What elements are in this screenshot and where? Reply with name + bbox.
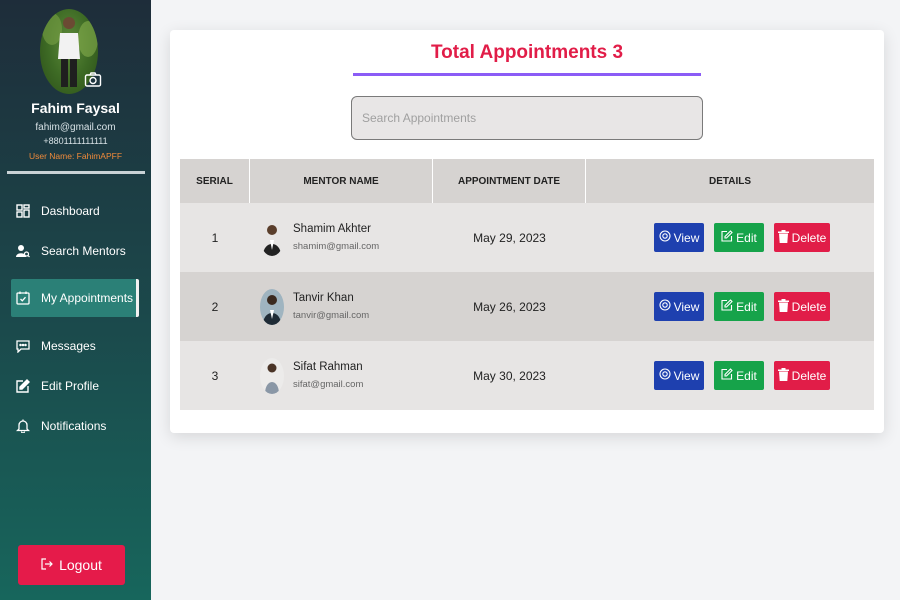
mentor-avatar	[260, 357, 284, 394]
table-body: 1 Shamim Akhter shamim@gmail.com May 29,…	[180, 203, 874, 410]
logout-label: Logout	[59, 557, 102, 573]
profile-avatar-wrap	[40, 9, 102, 94]
calendar-check-icon	[15, 290, 31, 306]
message-icon	[15, 338, 31, 354]
eye-icon	[659, 299, 671, 314]
header-mentor-name: MENTOR NAME	[250, 159, 433, 203]
edit-button[interactable]: Edit	[714, 292, 764, 321]
header-serial: SERIAL	[180, 159, 250, 203]
view-button[interactable]: View	[654, 292, 704, 321]
date-cell: May 30, 2023	[473, 368, 546, 383]
trash-icon	[777, 367, 789, 384]
actions-cell: View Edit Delete	[586, 341, 874, 410]
mentor-email: tanvir@gmail.com	[293, 310, 370, 321]
sidebar-item-label: Dashboard	[41, 204, 100, 218]
serial-cell: 3	[211, 368, 219, 383]
mentor-email: sifat@gmail.com	[293, 379, 364, 390]
mentor-email: shamim@gmail.com	[293, 241, 380, 252]
date-cell: May 26, 2023	[473, 299, 546, 314]
appointments-table: SERIAL MENTOR NAME APPOINTMENT DATE DETA…	[180, 159, 874, 410]
mentor-avatar	[260, 288, 284, 325]
edit-icon	[721, 368, 733, 383]
sidebar-item-label: Notifications	[41, 419, 107, 433]
delete-button[interactable]: Delete	[774, 361, 830, 390]
table-row: 2 Tanvir Khan tanvir@gmail.com May 26, 2…	[180, 272, 874, 341]
sidebar-item-label: Edit Profile	[41, 379, 100, 393]
date-cell: May 29, 2023	[473, 230, 546, 245]
logout-button[interactable]: Logout	[18, 545, 125, 585]
search-input[interactable]	[351, 96, 703, 140]
mentor-cell: Sifat Rahman sifat@gmail.com	[250, 341, 433, 410]
trash-icon	[777, 298, 789, 315]
serial-cell: 1	[211, 230, 219, 245]
dashboard-icon	[15, 203, 31, 219]
mentor-name: Sifat Rahman	[293, 361, 363, 373]
title-underline	[353, 73, 701, 76]
sidebar-item-edit-profile[interactable]: Edit Profile	[11, 367, 139, 405]
edit-icon	[721, 299, 733, 314]
actions-cell: View Edit Delete	[586, 203, 874, 272]
profile-username: User Name: FahimAPFF	[28, 151, 123, 161]
sidebar-item-notifications[interactable]: Notifications	[11, 407, 139, 445]
logout-icon	[41, 557, 53, 573]
page-title: Total Appointments 3	[430, 42, 624, 63]
sidebar-item-dashboard[interactable]: Dashboard	[11, 192, 139, 230]
mentor-avatar	[260, 219, 284, 256]
appointments-card: Total Appointments 3 SERIAL MENTOR NAME …	[170, 30, 884, 433]
edit-icon	[15, 378, 31, 394]
sidebar-item-label: Messages	[41, 339, 96, 353]
sidebar: Fahim Faysal fahim@gmail.com +8801111111…	[0, 0, 151, 600]
edit-button[interactable]: Edit	[714, 223, 764, 252]
view-button[interactable]: View	[654, 361, 704, 390]
header-appointment-date: APPOINTMENT DATE	[433, 159, 586, 203]
table-header: SERIAL MENTOR NAME APPOINTMENT DATE DETA…	[180, 159, 874, 203]
table-row: 1 Shamim Akhter shamim@gmail.com May 29,…	[180, 203, 874, 272]
mentor-cell: Shamim Akhter shamim@gmail.com	[250, 203, 433, 272]
sidebar-item-search-mentors[interactable]: Search Mentors	[11, 232, 139, 270]
actions-cell: View Edit Delete	[586, 272, 874, 341]
camera-icon[interactable]	[84, 71, 102, 89]
mentor-name: Tanvir Khan	[293, 292, 354, 304]
edit-button[interactable]: Edit	[714, 361, 764, 390]
trash-icon	[777, 229, 789, 246]
profile-phone: +8801111111111	[43, 136, 108, 146]
mentor-name: Shamim Akhter	[293, 223, 371, 235]
header-details: DETAILS	[708, 175, 752, 187]
edit-icon	[721, 230, 733, 245]
mentor-cell: Tanvir Khan tanvir@gmail.com	[250, 272, 433, 341]
view-button[interactable]: View	[654, 223, 704, 252]
bell-icon	[15, 418, 31, 434]
eye-icon	[659, 368, 671, 383]
profile-email: fahim@gmail.com	[35, 122, 116, 133]
sidebar-item-my-appointments[interactable]: My Appointments	[11, 279, 139, 317]
delete-button[interactable]: Delete	[774, 223, 830, 252]
sidebar-item-messages[interactable]: Messages	[11, 327, 139, 365]
user-search-icon	[15, 243, 31, 259]
eye-icon	[659, 230, 671, 245]
table-row: 3 Sifat Rahman sifat@gmail.com May 30, 2…	[180, 341, 874, 410]
sidebar-divider	[7, 171, 145, 174]
profile-name: Fahim Faysal	[31, 100, 120, 116]
delete-button[interactable]: Delete	[774, 292, 830, 321]
sidebar-item-label: Search Mentors	[41, 244, 126, 258]
serial-cell: 2	[211, 299, 219, 314]
sidebar-item-label: My Appointments	[41, 291, 134, 305]
